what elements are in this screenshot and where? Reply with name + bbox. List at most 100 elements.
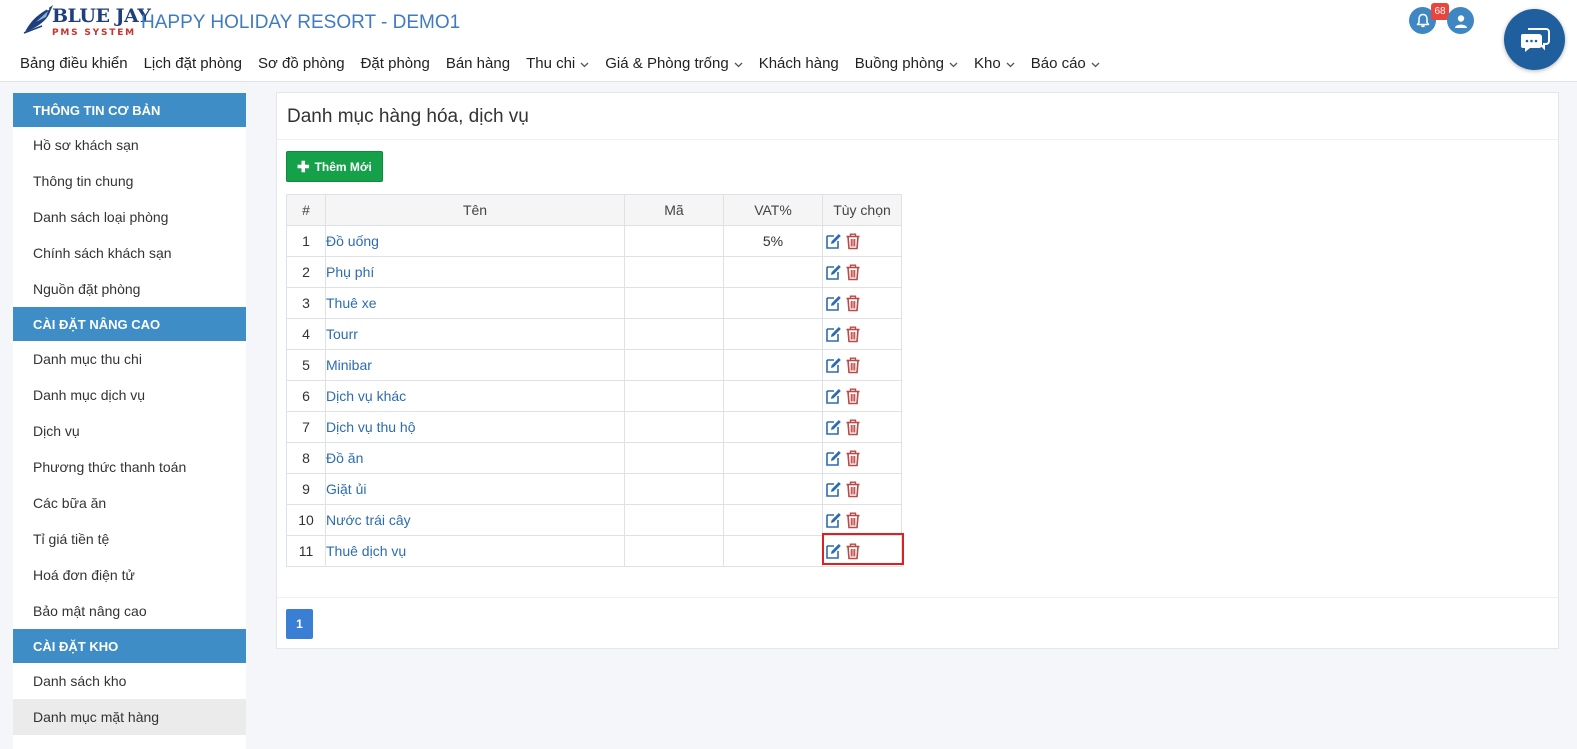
nav-item-label: Buồng phòng [854, 54, 945, 72]
edit-icon[interactable] [823, 417, 843, 437]
sidebar-item-bao-mat-nang-cao[interactable]: Bảo mật nâng cao [13, 593, 246, 629]
nav-item-bang-dieu-khien[interactable]: Bảng điều khiển [20, 53, 128, 73]
item-name-link[interactable]: Tourr [326, 326, 358, 342]
row-code [624, 442, 724, 474]
nav-item-label: Bán hàng [445, 54, 511, 72]
nav-item-dat-phong[interactable]: Đặt phòng [361, 53, 430, 73]
delete-icon[interactable] [843, 293, 863, 313]
nav-item-label: Sơ đồ phòng [258, 54, 345, 72]
edit-icon[interactable] [823, 355, 843, 375]
item-name-link[interactable]: Nước trái cây [326, 512, 411, 528]
row-vat [723, 473, 823, 505]
nav-item-khach-hang[interactable]: Khách hàng [759, 53, 839, 73]
row-options [822, 411, 902, 443]
nav-item-thu-chi[interactable]: Thu chi [526, 53, 589, 73]
settings-sidebar: THÔNG TIN CƠ BẢN Hồ sơ khách sạn Thông tin… [13, 93, 246, 749]
main-nav: Bảng điều khiển Lịch đặt phòng Sơ đồ phòng… [20, 53, 1116, 73]
row-number: 5 [286, 349, 326, 381]
user-icon [1454, 14, 1467, 28]
main-card: Danh mục hàng hóa, dịch vụ ✚ Thêm Mới # … [276, 92, 1559, 649]
user-menu-button[interactable] [1447, 7, 1474, 34]
column-header-options: Tùy chọn [822, 194, 902, 226]
sidebar-item-danh-muc-mat-hang[interactable]: Danh mục mặt hàng [13, 699, 246, 735]
delete-icon[interactable] [843, 479, 863, 499]
delete-icon[interactable] [843, 386, 863, 406]
edit-icon[interactable] [823, 262, 843, 282]
row-code [624, 473, 724, 505]
row-name-cell: Đồ uống [325, 225, 625, 257]
sidebar-item-ho-so-khach-san[interactable]: Hồ sơ khách sạn [13, 127, 246, 163]
edit-icon[interactable] [823, 324, 843, 344]
nav-item-bao-cao[interactable]: Báo cáo [1031, 53, 1100, 73]
top-header: BLUE JAY PMS SYSTEM HAPPY HOLIDAY RESORT… [0, 0, 1577, 82]
delete-icon[interactable] [843, 417, 863, 437]
edit-icon[interactable] [823, 510, 843, 530]
item-name-link[interactable]: Thuê dịch vụ [326, 543, 406, 559]
row-vat [723, 411, 823, 443]
sidebar-item-dich-vu[interactable]: Dịch vụ [13, 413, 246, 449]
sidebar-item-danh-sach-kho[interactable]: Danh sách kho [13, 663, 246, 699]
items-table: # Tên Mã VAT% Tùy chọn 1 Đồ uống 5% 2 Phụ ph… [286, 194, 902, 567]
delete-icon[interactable] [843, 324, 863, 344]
sidebar-section-cai-dat-kho: CÀI ĐẶT KHO [13, 629, 246, 663]
item-name-link[interactable]: Phụ phí [326, 264, 374, 280]
item-name-link[interactable]: Giặt ủi [326, 481, 366, 497]
nav-item-label: Bảng điều khiển [20, 54, 128, 72]
pagination-page-1[interactable]: 1 [286, 609, 313, 639]
delete-icon[interactable] [843, 510, 863, 530]
row-name-cell: Minibar [325, 349, 625, 381]
row-options [822, 256, 902, 288]
table-row: 5 Minibar [286, 349, 902, 381]
edit-icon[interactable] [823, 448, 843, 468]
delete-icon[interactable] [843, 355, 863, 375]
row-vat: 5% [723, 225, 823, 257]
row-options [822, 473, 902, 505]
row-vat [723, 287, 823, 319]
bell-icon [1416, 13, 1429, 28]
nav-item-label: Báo cáo [1030, 54, 1086, 72]
brand-logo[interactable]: BLUE JAY PMS SYSTEM [22, 2, 151, 40]
nav-item-gia-phong-trong[interactable]: Giá & Phòng trống [605, 53, 743, 73]
sidebar-item-nguon-dat-phong[interactable]: Nguồn đặt phòng [13, 271, 246, 307]
sidebar-item-danh-sach-loai-phong[interactable]: Danh sách loại phòng [13, 199, 246, 235]
item-name-link[interactable]: Dịch vụ khác [326, 388, 406, 404]
sidebar-item-phuong-thuc-thanh-toan[interactable]: Phương thức thanh toán [13, 449, 246, 485]
row-options [822, 349, 902, 381]
row-name-cell: Dịch vụ thu hộ [325, 411, 625, 443]
item-name-link[interactable]: Dịch vụ thu hộ [326, 419, 416, 435]
nav-item-lich-dat-phong[interactable]: Lịch đặt phòng [144, 53, 242, 73]
sidebar-item-thong-tin-chung[interactable]: Thông tin chung [13, 163, 246, 199]
table-row: 8 Đồ ăn [286, 442, 902, 474]
chevron-down-icon [1091, 55, 1100, 72]
table-row: 11 Thuê dịch vụ [286, 535, 902, 567]
edit-icon[interactable] [823, 386, 843, 406]
sidebar-item-danh-muc-thu-chi[interactable]: Danh mục thu chi [13, 341, 246, 377]
delete-icon[interactable] [843, 448, 863, 468]
delete-icon[interactable] [843, 231, 863, 251]
column-header-vat: VAT% [723, 194, 823, 226]
sidebar-item-chinh-sach-khach-san[interactable]: Chính sách khách sạn [13, 235, 246, 271]
logo-subtitle: PMS SYSTEM [52, 28, 136, 38]
row-name-cell: Giặt ủi [325, 473, 625, 505]
sidebar-section-thong-tin-co-ban: THÔNG TIN CƠ BẢN [13, 93, 246, 127]
nav-item-ban-hang[interactable]: Bán hàng [446, 53, 510, 73]
sidebar-item-hoa-don-dien-tu[interactable]: Hoá đơn điện tử [13, 557, 246, 593]
item-name-link[interactable]: Thuê xe [326, 295, 377, 311]
nav-item-so-do-phong[interactable]: Sơ đồ phòng [258, 53, 345, 73]
item-name-link[interactable]: Đồ uống [326, 233, 379, 249]
item-name-link[interactable]: Đồ ăn [326, 450, 363, 466]
sidebar-item-ti-gia-tien-te[interactable]: Tỉ giá tiền tệ [13, 521, 246, 557]
delete-icon[interactable] [843, 262, 863, 282]
sidebar-item-cac-bua-an[interactable]: Các bữa ăn [13, 485, 246, 521]
edit-icon[interactable] [823, 293, 843, 313]
edit-icon[interactable] [823, 231, 843, 251]
add-new-button-label: Thêm Mới [314, 159, 372, 174]
table-row: 2 Phụ phí [286, 256, 902, 288]
chat-button[interactable] [1504, 9, 1565, 70]
item-name-link[interactable]: Minibar [326, 357, 372, 373]
nav-item-buong-phong[interactable]: Buồng phòng [855, 53, 958, 73]
add-new-button[interactable]: ✚ Thêm Mới [286, 151, 383, 182]
nav-item-kho[interactable]: Kho [974, 53, 1015, 73]
sidebar-item-danh-muc-dich-vu[interactable]: Danh mục dịch vụ [13, 377, 246, 413]
edit-icon[interactable] [823, 479, 843, 499]
